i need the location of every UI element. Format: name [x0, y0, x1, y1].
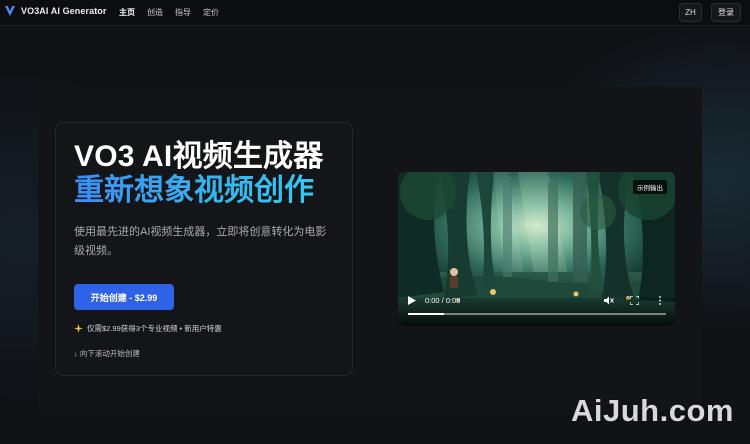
offer-text: 仅需$2.99获得3个专业视频 • 新用户特惠 [87, 324, 222, 333]
top-navbar: VO3AI AI Generator 主页 创造 指导 定价 ZH 登录 [0, 0, 750, 26]
logo-icon [5, 6, 15, 16]
main-nav: 主页 创造 指导 定价 [119, 7, 219, 18]
hero-description: 使用最先进的AI视频生成器，立即将创意转化为电影级视频。 [74, 226, 327, 257]
fullscreen-icon[interactable] [630, 296, 639, 305]
offer-note: 仅需$2.99获得3个专业视频 • 新用户特惠 [74, 323, 222, 334]
nav-guide[interactable]: 指导 [175, 7, 191, 18]
video-progress-bar[interactable] [408, 313, 666, 315]
more-options-icon[interactable] [658, 296, 662, 305]
play-icon[interactable] [408, 296, 416, 305]
watermark-text: AiJuh.com [571, 393, 734, 428]
start-create-button[interactable]: 开始创建 - $2.99 [74, 284, 174, 310]
nav-home[interactable]: 主页 [119, 7, 135, 18]
video-time: 0:00 / 0:08 [425, 296, 461, 305]
login-button[interactable]: 登录 [711, 3, 741, 22]
mute-icon[interactable] [604, 296, 614, 305]
scroll-hint: ↓ 向下滚动开始创建 [74, 349, 140, 358]
nav-pricing[interactable]: 定价 [203, 7, 219, 18]
sample-output-badge: 示例输出 [633, 180, 667, 194]
hero-subtitle: 重新想象视频创作 [74, 174, 314, 207]
brand[interactable]: VO3AI AI Generator [4, 5, 107, 17]
video-progress-fill [408, 313, 445, 315]
sparkle-icon [74, 324, 83, 333]
language-button[interactable]: ZH [679, 3, 702, 22]
nav-create[interactable]: 创造 [147, 7, 163, 18]
brand-name: VO3AI AI Generator [21, 6, 107, 16]
video-player[interactable]: 示例输出 0:00 / 0:08 [398, 172, 675, 326]
hero-title: VO3 AI视频生成器 [74, 140, 324, 173]
